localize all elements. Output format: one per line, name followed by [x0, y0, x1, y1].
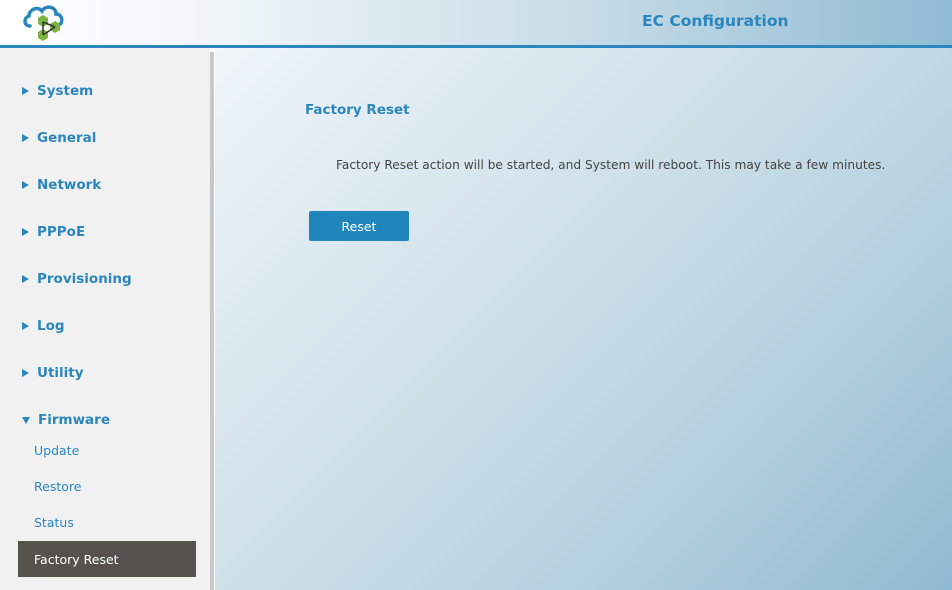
sidebar-item-label: System	[37, 83, 94, 99]
triangle-right-icon	[22, 228, 29, 236]
sidebar-subitem-restore[interactable]: Restore	[34, 476, 81, 496]
reset-description: Factory Reset action will be started, an…	[336, 158, 886, 172]
sidebar-subitem-factory-reset[interactable]: Factory Reset	[18, 541, 196, 577]
reset-button[interactable]: Reset	[309, 211, 409, 241]
sidebar: System General Network PPPoE Provisionin…	[0, 48, 212, 590]
sidebar-item-label: Utility	[37, 365, 84, 381]
triangle-right-icon	[22, 87, 29, 95]
sidebar-divider	[210, 52, 214, 590]
section-title: Factory Reset	[305, 102, 410, 118]
sidebar-item-label: Log	[37, 318, 65, 334]
sidebar-item-utility[interactable]: Utility	[22, 362, 84, 384]
sidebar-item-label: PPPoE	[37, 224, 86, 240]
main-content: Factory Reset Factory Reset action will …	[215, 48, 952, 590]
sidebar-item-provisioning[interactable]: Provisioning	[22, 268, 132, 290]
sidebar-item-system[interactable]: System	[22, 80, 93, 102]
triangle-right-icon	[22, 275, 29, 283]
cloud-hexagon-logo-icon	[20, 2, 68, 44]
app-title: EC Configuration	[642, 12, 789, 30]
sidebar-item-label: Provisioning	[37, 271, 132, 287]
triangle-right-icon	[22, 369, 29, 377]
sidebar-item-log[interactable]: Log	[22, 315, 65, 337]
sidebar-item-label: General	[37, 130, 97, 146]
sidebar-item-general[interactable]: General	[22, 127, 96, 149]
sidebar-subitem-status[interactable]: Status	[34, 512, 74, 532]
sidebar-item-label: Network	[37, 177, 102, 193]
triangle-down-icon	[22, 416, 30, 424]
sidebar-item-pppoe[interactable]: PPPoE	[22, 221, 85, 243]
sidebar-subitem-update[interactable]: Update	[34, 440, 79, 460]
sidebar-item-label: Firmware	[38, 412, 110, 428]
triangle-right-icon	[22, 134, 29, 142]
sidebar-item-firmware[interactable]: Firmware	[22, 409, 110, 431]
triangle-right-icon	[22, 322, 29, 330]
top-header: EC Configuration	[0, 0, 952, 48]
triangle-right-icon	[22, 181, 29, 189]
sidebar-item-network[interactable]: Network	[22, 174, 101, 196]
